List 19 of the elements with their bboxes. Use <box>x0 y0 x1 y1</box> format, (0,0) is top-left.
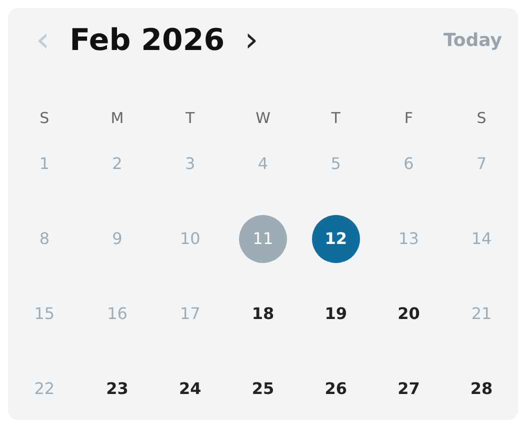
month-title: Feb 2026 <box>70 22 225 60</box>
weekday-label: T <box>331 108 340 129</box>
day-cell[interactable]: 23 <box>93 365 142 413</box>
weekday-label: M <box>110 108 124 129</box>
weekday-label: S <box>40 108 50 129</box>
weekday-label: W <box>256 108 270 129</box>
day-cell[interactable]: 25 <box>238 365 287 413</box>
day-cell[interactable]: 24 <box>166 365 214 413</box>
weekday-label: F <box>404 108 414 129</box>
next-month-button[interactable]: › <box>238 23 264 57</box>
weekday-label: T <box>186 108 195 129</box>
weekday-label: S <box>476 108 486 129</box>
day-cell[interactable]: 18 <box>238 290 287 338</box>
day-cell[interactable]: 28 <box>458 365 506 413</box>
day-cell[interactable]: 19 <box>312 290 360 338</box>
day-cell[interactable]: 12 <box>312 215 360 263</box>
day-cell[interactable]: 26 <box>312 365 360 413</box>
day-cell[interactable]: 27 <box>384 365 433 413</box>
day-cell[interactable]: 20 <box>384 290 433 338</box>
